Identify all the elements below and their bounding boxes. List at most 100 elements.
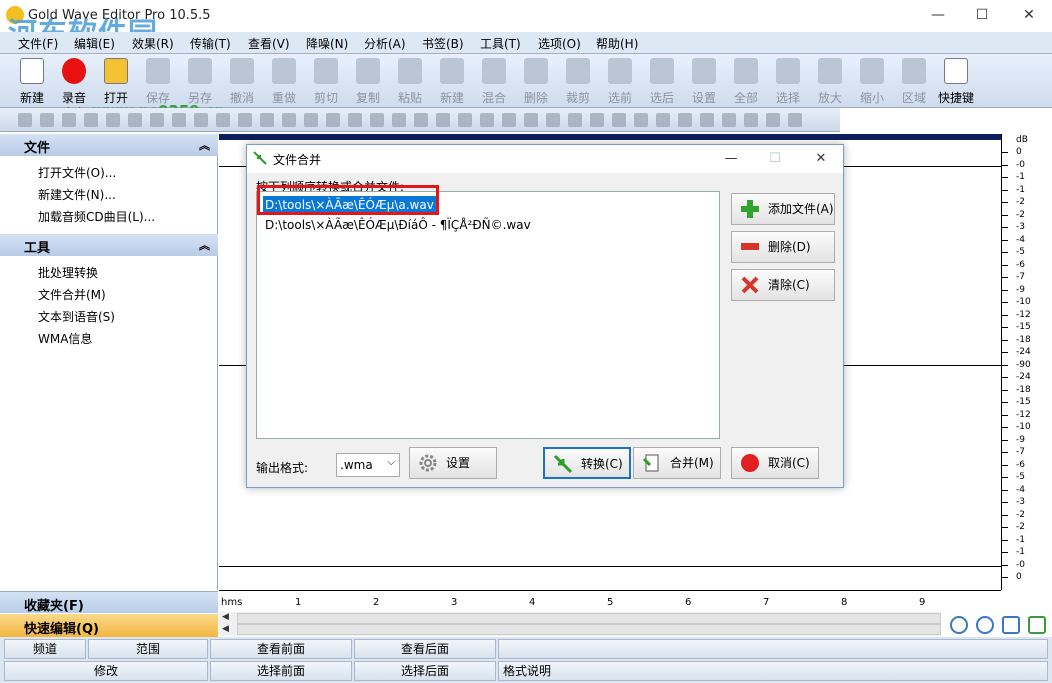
menu-tools[interactable]: 工具(T) [480, 35, 521, 52]
format-info-button[interactable]: 格式说明 [498, 661, 1048, 681]
secondary-toolbar-icon[interactable] [348, 113, 362, 127]
secondary-toolbar-icon[interactable] [524, 113, 538, 127]
secondary-toolbar-icon[interactable] [128, 113, 142, 127]
batch-convert-link[interactable]: 批处理转换 [38, 264, 98, 281]
zoom-out-icon[interactable] [976, 616, 994, 634]
range-button[interactable]: 范围 [88, 639, 208, 659]
toolbar-button[interactable]: 缩小 [852, 54, 892, 108]
maximize-button[interactable]: ☐ [959, 4, 1005, 28]
secondary-toolbar-icon[interactable] [744, 113, 758, 127]
secondary-toolbar-icon[interactable] [370, 113, 384, 127]
secondary-toolbar-icon[interactable] [216, 113, 230, 127]
secondary-toolbar-icon[interactable] [106, 113, 120, 127]
dialog-close-button[interactable]: ✕ [807, 149, 835, 169]
toolbar-button[interactable]: 放大 [810, 54, 850, 108]
secondary-toolbar-icon[interactable] [502, 113, 516, 127]
secondary-toolbar-icon[interactable] [282, 113, 296, 127]
secondary-toolbar-icon[interactable] [18, 113, 32, 127]
toolbar-button[interactable]: 保存 [138, 54, 178, 108]
toolbar-button[interactable]: 设置 [684, 54, 724, 108]
menu-view[interactable]: 查看(V) [248, 35, 290, 52]
menu-effects[interactable]: 效果(R) [132, 35, 174, 52]
toolbar-button[interactable]: 选前 [600, 54, 640, 108]
toolbar-button[interactable]: 另存 [180, 54, 220, 108]
secondary-toolbar-icon[interactable] [722, 113, 736, 127]
output-format-select[interactable]: .wma ⌵ [336, 453, 400, 477]
toolbar-button[interactable]: 选择 [768, 54, 808, 108]
menu-options[interactable]: 选项(O) [538, 35, 581, 52]
modify-button[interactable]: 修改 [4, 661, 208, 681]
secondary-toolbar-icon[interactable] [458, 113, 472, 127]
view-after-button[interactable]: 查看后面 [354, 639, 496, 659]
select-after-button[interactable]: 选择后面 [354, 661, 496, 681]
toolbar-button[interactable]: 新建 [12, 54, 52, 108]
settings-button[interactable]: 设置 [409, 447, 497, 479]
secondary-toolbar-icon[interactable] [766, 113, 780, 127]
text-to-speech-link[interactable]: 文本到语音(S) [38, 308, 115, 325]
new-file-link[interactable]: 新建文件(N)... [38, 186, 116, 203]
toolbar-button[interactable]: 打开 [96, 54, 136, 108]
secondary-toolbar-icon[interactable] [172, 113, 186, 127]
menu-analyze[interactable]: 分析(A) [364, 35, 406, 52]
collapse-icon[interactable]: ︽ [199, 237, 210, 253]
secondary-toolbar-icon[interactable] [84, 113, 98, 127]
secondary-toolbar-icon[interactable] [150, 113, 164, 127]
add-file-button[interactable]: 添加文件(A) [731, 193, 835, 225]
toolbar-button[interactable]: 混合 [474, 54, 514, 108]
toolbar-button[interactable]: 快捷键 [936, 54, 976, 108]
secondary-toolbar-icon[interactable] [590, 113, 604, 127]
toolbar-button[interactable]: 裁剪 [558, 54, 598, 108]
secondary-toolbar-icon[interactable] [62, 113, 76, 127]
scrollbar-track[interactable] [237, 624, 941, 635]
delete-button[interactable]: 删除(D) [731, 231, 835, 263]
cancel-button[interactable]: 取消(C) [731, 447, 819, 479]
secondary-toolbar-icon[interactable] [40, 113, 54, 127]
secondary-toolbar-icon[interactable] [392, 113, 406, 127]
wma-info-link[interactable]: WMA信息 [38, 330, 92, 347]
zoom-fit-icon[interactable] [1002, 616, 1020, 634]
scrollbar-track[interactable] [237, 613, 941, 624]
merge-button[interactable]: 合并(M) [633, 447, 721, 479]
channel-button[interactable]: 频道 [4, 639, 86, 659]
check-icon[interactable] [1028, 616, 1046, 634]
zoom-in-icon[interactable] [950, 616, 968, 634]
collapse-icon[interactable]: ︽ [199, 137, 210, 153]
secondary-toolbar-icon[interactable] [480, 113, 494, 127]
secondary-toolbar-icon[interactable] [634, 113, 648, 127]
toolbar-button[interactable]: 删除 [516, 54, 556, 108]
secondary-toolbar-icon[interactable] [414, 113, 428, 127]
open-file-link[interactable]: 打开文件(O)... [38, 164, 116, 181]
toolbar-button[interactable]: 区域 [894, 54, 934, 108]
secondary-toolbar-icon[interactable] [788, 113, 802, 127]
secondary-toolbar-icon[interactable] [700, 113, 714, 127]
toolbar-button[interactable]: 粘贴 [390, 54, 430, 108]
menu-denoise[interactable]: 降噪(N) [306, 35, 348, 52]
clear-button[interactable]: 清除(C) [731, 269, 835, 301]
secondary-toolbar-icon[interactable] [546, 113, 560, 127]
secondary-toolbar-icon[interactable] [238, 113, 252, 127]
secondary-toolbar-icon[interactable] [612, 113, 626, 127]
close-button[interactable]: ✕ [1006, 4, 1052, 28]
secondary-toolbar-icon[interactable] [304, 113, 318, 127]
minimize-button[interactable]: — [915, 4, 961, 28]
horizontal-scrollbars[interactable]: ◀ ◀ [219, 612, 941, 636]
toolbar-button[interactable]: 选后 [642, 54, 682, 108]
menu-file[interactable]: 文件(F) [18, 35, 58, 52]
toolbar-button[interactable]: 复制 [348, 54, 388, 108]
tools-section-header[interactable]: 工具 ︽ [0, 234, 218, 256]
dialog-minimize-button[interactable]: — [717, 149, 745, 169]
view-before-button[interactable]: 查看前面 [210, 639, 352, 659]
menu-edit[interactable]: 编辑(E) [74, 35, 115, 52]
secondary-toolbar-icon[interactable] [194, 113, 208, 127]
scroll-left-icon[interactable]: ◀ [222, 624, 229, 634]
file-list[interactable]: D:\tools\×ÀÃæ\ÊÓÆµ\a.wav D:\tools\×ÀÃæ\Ê… [256, 185, 720, 439]
file-list-item[interactable]: D:\tools\×ÀÃæ\ÊÓÆµ\ÐíáÔ - ¶ÏÇÅ²ÐÑ©.wav [263, 216, 533, 234]
toolbar-button[interactable]: 录音(R) [54, 54, 94, 120]
secondary-toolbar-icon[interactable] [678, 113, 692, 127]
toolbar-button[interactable]: 撤消 [222, 54, 262, 108]
file-merge-link[interactable]: 文件合并(M) [38, 286, 106, 303]
toolbar-button[interactable]: 全部 [726, 54, 766, 108]
secondary-toolbar-icon[interactable] [436, 113, 450, 127]
convert-button[interactable]: 转换(C) [543, 447, 631, 479]
toolbar-button[interactable]: 新建 [432, 54, 472, 108]
